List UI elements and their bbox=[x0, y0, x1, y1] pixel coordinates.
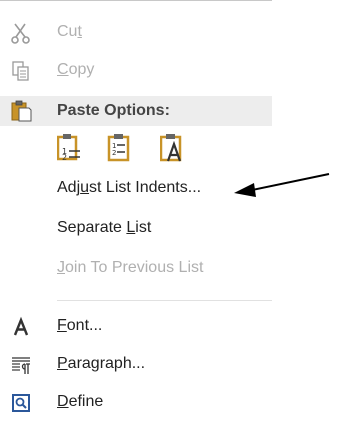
adjust-list-indents-label: Adjust List Indents... bbox=[57, 179, 202, 196]
join-to-previous-list-label: Join To Previous List bbox=[57, 259, 204, 276]
adjust-list-indents-menu-item[interactable]: Adjust List Indents... bbox=[0, 170, 272, 206]
font-label: Font... bbox=[57, 317, 103, 334]
font-menu-item[interactable]: Font... bbox=[0, 308, 272, 344]
svg-text:2: 2 bbox=[112, 149, 116, 157]
paste-continue-list-icon[interactable]: 1 2 bbox=[57, 133, 81, 163]
paste-options-header: Paste Options: bbox=[0, 96, 272, 126]
svg-text:2: 2 bbox=[62, 153, 67, 162]
menu-separator bbox=[57, 300, 272, 301]
define-menu-item[interactable]: Define bbox=[0, 384, 272, 420]
cut-label: Cut bbox=[57, 23, 82, 40]
paragraph-label: Paragraph... bbox=[57, 355, 146, 372]
separate-list-menu-item[interactable]: Separate List bbox=[0, 210, 272, 246]
copy-menu-item[interactable]: Copy bbox=[0, 52, 272, 88]
font-A-icon bbox=[13, 316, 29, 336]
define-label: Define bbox=[57, 393, 104, 410]
paste-new-list-icon[interactable]: 1 2 bbox=[107, 133, 131, 163]
context-menu: Cut Copy Paste Options: 1 2 1 2 Adjust L… bbox=[0, 0, 272, 428]
menu-top-border bbox=[0, 0, 272, 1]
copy-label: Copy bbox=[57, 61, 95, 78]
define-icon bbox=[12, 394, 30, 412]
clipboard-icon bbox=[11, 100, 32, 122]
paragraph-menu-item[interactable]: Paragraph... bbox=[0, 346, 272, 382]
paragraph-icon bbox=[12, 357, 30, 374]
paste-text-only-icon[interactable] bbox=[160, 133, 184, 163]
paste-options-label: Paste Options: bbox=[57, 102, 170, 119]
copy-icon bbox=[12, 61, 29, 81]
cut-menu-item[interactable]: Cut bbox=[0, 14, 272, 50]
join-to-previous-list-menu-item[interactable]: Join To Previous List bbox=[0, 250, 272, 286]
scissors-icon bbox=[11, 23, 30, 44]
separate-list-label: Separate List bbox=[57, 219, 152, 236]
